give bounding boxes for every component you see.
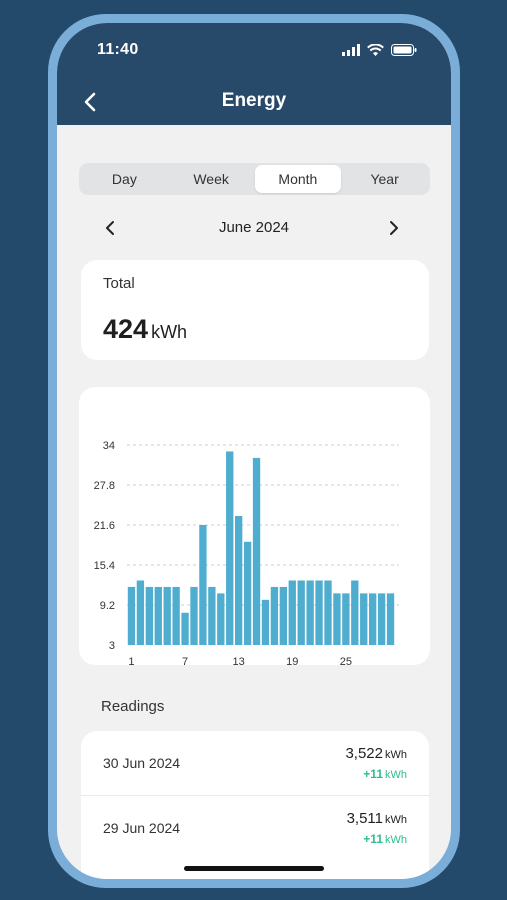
chart-bar[interactable] — [297, 580, 305, 645]
chart-bar[interactable] — [136, 580, 145, 645]
next-period-button[interactable] — [387, 218, 401, 238]
chart-bar[interactable] — [386, 593, 395, 645]
chart-bar[interactable] — [369, 593, 377, 645]
home-indicator[interactable] — [184, 866, 324, 871]
x-tick-label: 1 — [128, 656, 134, 665]
app-header: 11:40 Energy — [57, 23, 451, 125]
reading-value-number: 3,511 — [346, 810, 383, 827]
y-tick-label: 27.8 — [94, 480, 115, 492]
tab-week[interactable]: Week — [168, 165, 255, 193]
page-title: Energy — [221, 90, 287, 111]
chart-bar[interactable] — [288, 580, 296, 645]
y-tick-label: 34 — [103, 440, 115, 452]
chart-bar[interactable] — [243, 541, 252, 645]
x-tick-label: 25 — [340, 656, 352, 665]
tab-year[interactable]: Year — [341, 165, 428, 193]
energy-chart-card: 3 9.2 15.4 21.6 27.8 34 1 7 13 19 25 — [79, 387, 430, 665]
reading-value: 3,511 kWh — [347, 810, 407, 827]
reading-value-unit: kWh — [385, 814, 407, 826]
chart-bar[interactable] — [342, 593, 350, 645]
chart-bar[interactable] — [270, 586, 279, 645]
total-unit: kWh — [151, 322, 188, 342]
chart-bar[interactable] — [279, 586, 287, 645]
chart-bar[interactable] — [190, 586, 198, 645]
reading-row[interactable]: 29 Jun 2024 3,511 kWh +11 kWh — [81, 796, 429, 860]
chart-bar[interactable] — [315, 580, 323, 645]
readings-title: Readings — [101, 698, 165, 715]
chart-bar[interactable] — [181, 612, 189, 645]
reading-delta-unit: kWh — [385, 769, 407, 781]
battery-icon — [391, 44, 417, 56]
chart-bar[interactable] — [127, 586, 136, 645]
y-tick-label: 15.4 — [94, 560, 115, 572]
period-tabs: Day Week Month Year — [79, 163, 430, 195]
total-number: 424 — [103, 314, 149, 344]
reading-delta-unit: kWh — [385, 834, 407, 846]
chart-bar[interactable] — [306, 580, 314, 645]
y-tick-label: 3 — [109, 640, 115, 652]
y-tick-label: 9.2 — [100, 600, 115, 612]
chart-bar[interactable] — [208, 586, 216, 645]
reading-value-number: 3,522 — [345, 745, 383, 762]
signal-icon — [342, 44, 360, 56]
chart-bar[interactable] — [172, 586, 180, 645]
tab-month[interactable]: Month — [254, 165, 342, 193]
chart-bar[interactable] — [235, 515, 243, 645]
chart-bar[interactable] — [351, 580, 359, 645]
y-tick-label: 21.6 — [94, 520, 115, 532]
chart-bar[interactable] — [377, 593, 386, 645]
status-icons — [342, 44, 417, 56]
tab-day[interactable]: Day — [81, 165, 168, 193]
status-time: 11:40 — [97, 41, 139, 58]
total-card: Total 424 kWh — [81, 260, 429, 360]
x-tick-label: 13 — [233, 656, 245, 665]
total-label: Total — [103, 275, 135, 292]
chart-bar[interactable] — [145, 586, 153, 645]
reading-delta: +11 kWh — [363, 832, 407, 846]
chart-bar[interactable] — [252, 457, 261, 645]
chart-bar[interactable] — [324, 580, 332, 645]
reading-value-unit: kWh — [385, 749, 407, 761]
chart-bar[interactable] — [163, 586, 171, 645]
chart-bar[interactable] — [261, 599, 270, 645]
chart-bar[interactable] — [226, 451, 234, 645]
chart-bar[interactable] — [360, 593, 368, 645]
reading-delta-number: +11 — [363, 832, 383, 846]
reading-value: 3,522 kWh — [345, 745, 407, 762]
energy-bar-chart: 3 9.2 15.4 21.6 27.8 34 1 7 13 19 25 — [94, 440, 399, 665]
phone-screen: 11:40 Energy Day Week Month Year June 20… — [57, 23, 451, 879]
chart-bar[interactable] — [217, 593, 225, 645]
reading-delta-number: +11 — [363, 767, 383, 781]
chart-bar[interactable] — [154, 586, 162, 645]
x-tick-label: 19 — [286, 656, 298, 665]
wifi-icon — [367, 44, 384, 56]
reading-delta: +11 kWh — [363, 767, 407, 781]
readings-list: 30 Jun 2024 3,522 kWh +11 kWh 29 Jun 2024 … — [81, 731, 429, 879]
reading-date: 30 Jun 2024 — [103, 755, 181, 771]
reading-row[interactable]: 30 Jun 2024 3,522 kWh +11 kWh — [81, 731, 429, 796]
chart-bar[interactable] — [199, 525, 207, 645]
x-tick-label: 7 — [182, 656, 188, 665]
chevron-right-icon — [390, 221, 398, 235]
period-navigator: June 2024 — [57, 213, 451, 243]
total-value: 424 kWh — [103, 314, 187, 345]
reading-date: 29 Jun 2024 — [103, 820, 181, 836]
chart-bar[interactable] — [333, 593, 341, 645]
